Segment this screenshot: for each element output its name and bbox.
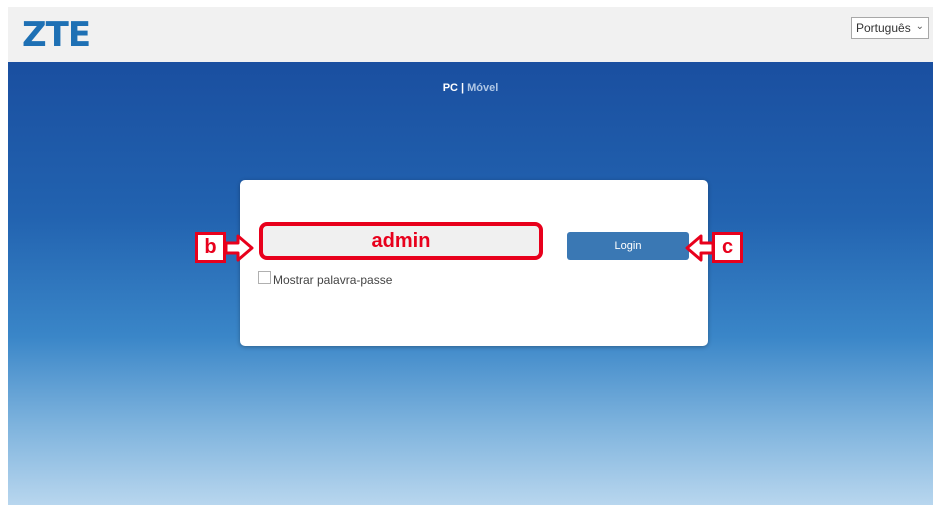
- annotation-b-arrow-icon: [225, 234, 254, 262]
- language-select[interactable]: Português ⌄: [851, 17, 929, 39]
- main-area: PC | Móvel admin Login Mostrar palavra-pas…: [8, 62, 933, 505]
- annotation-c-callout: c: [712, 232, 743, 263]
- login-button[interactable]: Login: [567, 232, 689, 260]
- mobile-mode-link[interactable]: Móvel: [467, 82, 498, 94]
- mode-switch: PC | Móvel: [8, 82, 933, 94]
- chevron-down-icon: ⌄: [915, 21, 924, 32]
- annotation-b-callout: b: [195, 232, 226, 263]
- mode-separator: |: [461, 82, 465, 94]
- zte-logo: ZTE: [22, 15, 91, 55]
- password-input[interactable]: admin: [259, 222, 543, 260]
- header-bar: ZTE Português ⌄: [8, 7, 933, 62]
- login-panel: admin Login Mostrar palavra-passe: [240, 180, 708, 346]
- pc-mode-link[interactable]: PC: [443, 82, 458, 94]
- show-password-option: Mostrar palavra-passe: [258, 270, 393, 287]
- page: ZTE Português ⌄ PC | Móvel admin Login Mos…: [0, 0, 933, 505]
- annotation-c-arrow-icon: [685, 234, 714, 262]
- language-select-value: Português: [856, 21, 911, 35]
- show-password-label: Mostrar palavra-passe: [273, 273, 393, 287]
- show-password-checkbox[interactable]: [258, 270, 271, 284]
